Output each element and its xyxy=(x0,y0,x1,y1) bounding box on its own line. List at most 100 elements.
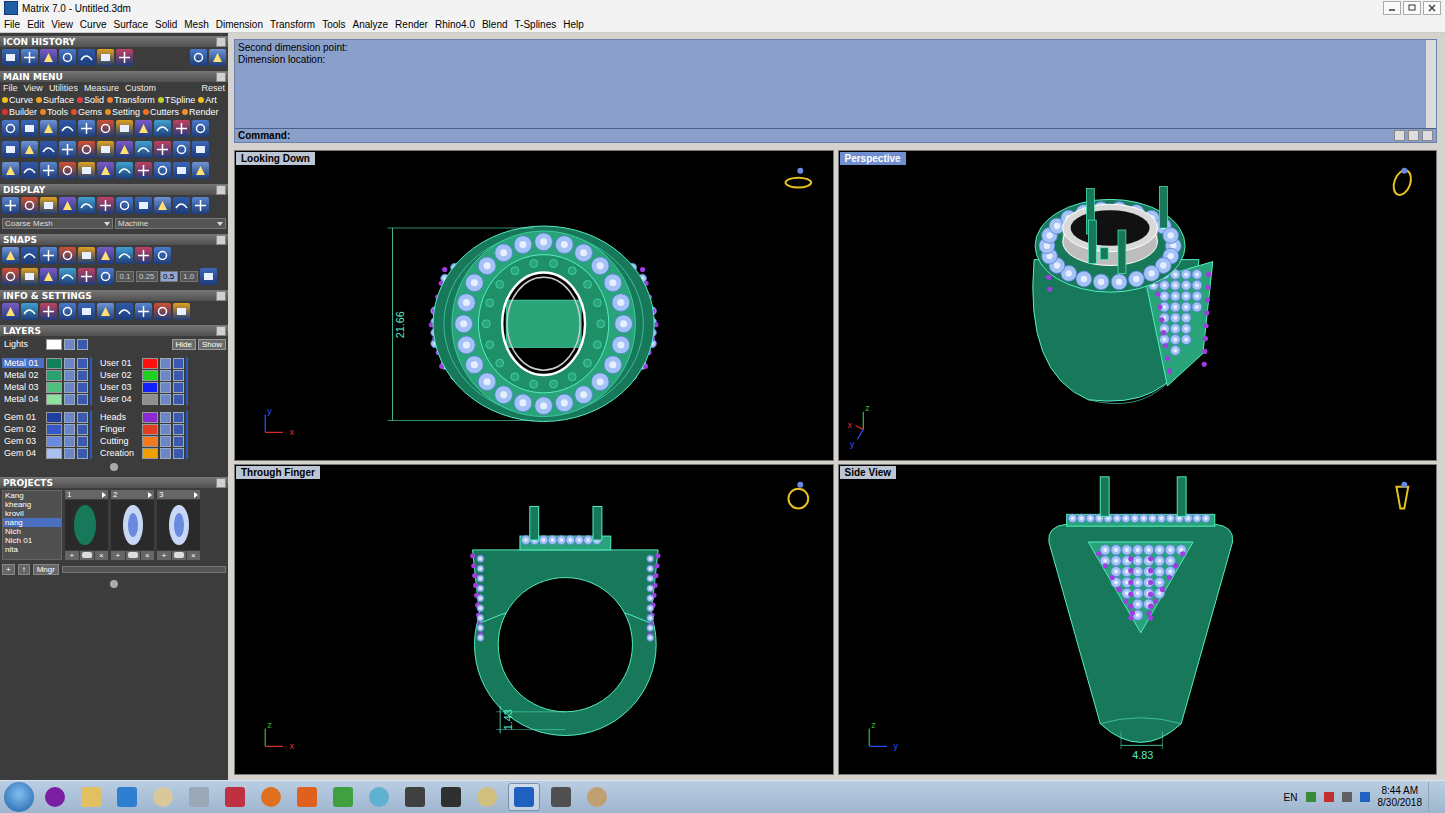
back-arrow-icon[interactable] xyxy=(190,49,207,66)
lock-icon[interactable] xyxy=(64,370,75,381)
layer-row[interactable]: Metal 02 xyxy=(2,369,88,381)
snap-value[interactable]: 1.0 xyxy=(180,271,198,282)
layer-row[interactable]: Finger xyxy=(98,423,184,435)
tool-icon[interactable] xyxy=(40,120,57,137)
lock-icon[interactable] xyxy=(64,394,75,405)
category-item[interactable]: Render xyxy=(182,107,219,117)
viewport-label[interactable]: Side View xyxy=(840,466,897,479)
light-icon[interactable] xyxy=(173,436,184,447)
show-button[interactable]: Show xyxy=(198,339,226,350)
tool-icon[interactable] xyxy=(154,303,171,320)
project-tool-button[interactable]: Mngr xyxy=(33,564,59,575)
light-icon[interactable] xyxy=(77,382,88,393)
tool-icon[interactable] xyxy=(97,268,114,285)
taskbar-app-icon[interactable] xyxy=(40,784,70,810)
category-item[interactable]: Surface xyxy=(36,95,74,105)
tray-icon[interactable] xyxy=(1324,792,1334,802)
light-icon[interactable] xyxy=(173,412,184,423)
tool-icon[interactable] xyxy=(78,141,95,158)
tool-icon[interactable] xyxy=(173,197,190,214)
layer-row[interactable]: User 01 xyxy=(98,357,184,369)
taskbar-app-icon[interactable] xyxy=(436,784,466,810)
tool-icon[interactable] xyxy=(59,303,76,320)
project-item[interactable]: Nich xyxy=(3,527,61,536)
layer-color[interactable] xyxy=(142,436,158,447)
layer-color[interactable] xyxy=(46,370,62,381)
lock-icon[interactable] xyxy=(160,436,171,447)
light-icon[interactable] xyxy=(77,370,88,381)
tool-icon[interactable] xyxy=(40,247,57,264)
tool-icon[interactable] xyxy=(154,120,171,137)
tool-icon[interactable] xyxy=(135,247,152,264)
taskbar-app-icon[interactable] xyxy=(256,784,286,810)
tool-icon[interactable] xyxy=(97,303,114,320)
taskbar-app-icon[interactable] xyxy=(112,784,142,810)
light-icon[interactable] xyxy=(77,394,88,405)
tool-icon[interactable] xyxy=(2,141,19,158)
close-icon[interactable] xyxy=(1423,1,1441,15)
tool-icon[interactable] xyxy=(2,49,19,66)
project-item[interactable]: kheang xyxy=(3,500,61,509)
light-icon[interactable] xyxy=(77,412,88,423)
lock-icon[interactable] xyxy=(160,424,171,435)
taskbar-app-icon[interactable] xyxy=(328,784,358,810)
tool-icon[interactable] xyxy=(21,247,38,264)
tool-icon[interactable] xyxy=(116,303,133,320)
close-icon[interactable] xyxy=(216,72,226,82)
tool-icon[interactable] xyxy=(154,247,171,264)
tool-icon[interactable] xyxy=(40,303,57,320)
tool-icon[interactable] xyxy=(40,197,57,214)
expand-icon[interactable] xyxy=(110,580,118,588)
lock-icon[interactable] xyxy=(64,448,75,459)
menu-item[interactable]: View xyxy=(51,19,73,30)
taskbar-app-icon[interactable] xyxy=(76,784,106,810)
tool-icon[interactable] xyxy=(200,268,217,285)
delete-button[interactable]: × xyxy=(141,551,155,560)
taskbar-app-icon[interactable] xyxy=(364,784,394,810)
menu-tab[interactable]: Utilities xyxy=(49,83,78,93)
close-icon[interactable] xyxy=(216,478,226,488)
tool-icon[interactable] xyxy=(78,247,95,264)
tray-icon[interactable] xyxy=(1342,792,1352,802)
right-arrow-icon[interactable] xyxy=(1422,130,1433,141)
taskbar-app-icon[interactable] xyxy=(400,784,430,810)
tool-icon[interactable] xyxy=(40,141,57,158)
tool-icon[interactable] xyxy=(135,197,152,214)
clock[interactable]: 8:44 AM8/30/2018 xyxy=(1378,785,1423,809)
taskbar-app-icon[interactable] xyxy=(582,784,612,810)
tool-icon[interactable] xyxy=(78,162,95,179)
project-tool-button[interactable]: + xyxy=(2,564,15,575)
material-dropdown[interactable]: Machine xyxy=(115,218,226,229)
close-icon[interactable] xyxy=(216,326,226,336)
add-button[interactable]: + xyxy=(65,551,79,560)
layer-row[interactable]: User 02 xyxy=(98,369,184,381)
layer-row[interactable]: Heads xyxy=(98,411,184,423)
add-button[interactable]: + xyxy=(111,551,125,560)
layer-row[interactable]: User 03 xyxy=(98,381,184,393)
category-item[interactable]: TSpline xyxy=(158,95,196,105)
taskbar-app-icon[interactable] xyxy=(292,784,322,810)
tool-icon[interactable] xyxy=(173,141,190,158)
layer-color[interactable] xyxy=(46,448,62,459)
light-icon[interactable] xyxy=(77,358,88,369)
taskbar-app-icon[interactable] xyxy=(148,784,178,810)
layer-row[interactable]: Metal 01 xyxy=(2,357,88,369)
tool-icon[interactable] xyxy=(59,162,76,179)
snap-value[interactable]: 0.25 xyxy=(136,271,158,282)
layer-color[interactable] xyxy=(142,370,158,381)
minimize-icon[interactable] xyxy=(1383,1,1401,15)
layer-row[interactable]: Cutting xyxy=(98,435,184,447)
tool-icon[interactable] xyxy=(59,120,76,137)
snap-value[interactable]: 0.1 xyxy=(116,271,134,282)
language-indicator[interactable]: EN xyxy=(1284,792,1298,803)
lock-icon[interactable] xyxy=(160,358,171,369)
layer-row[interactable]: Metal 03 xyxy=(2,381,88,393)
tool-icon[interactable] xyxy=(135,303,152,320)
tool-icon[interactable] xyxy=(97,120,114,137)
category-item[interactable]: Transform xyxy=(107,95,155,105)
layer-color[interactable] xyxy=(46,436,62,447)
project-item[interactable]: krovil xyxy=(3,509,61,518)
mesh-dropdown[interactable]: Coarse Mesh xyxy=(2,218,113,229)
layer-color[interactable] xyxy=(46,339,62,350)
lock-icon[interactable] xyxy=(160,412,171,423)
